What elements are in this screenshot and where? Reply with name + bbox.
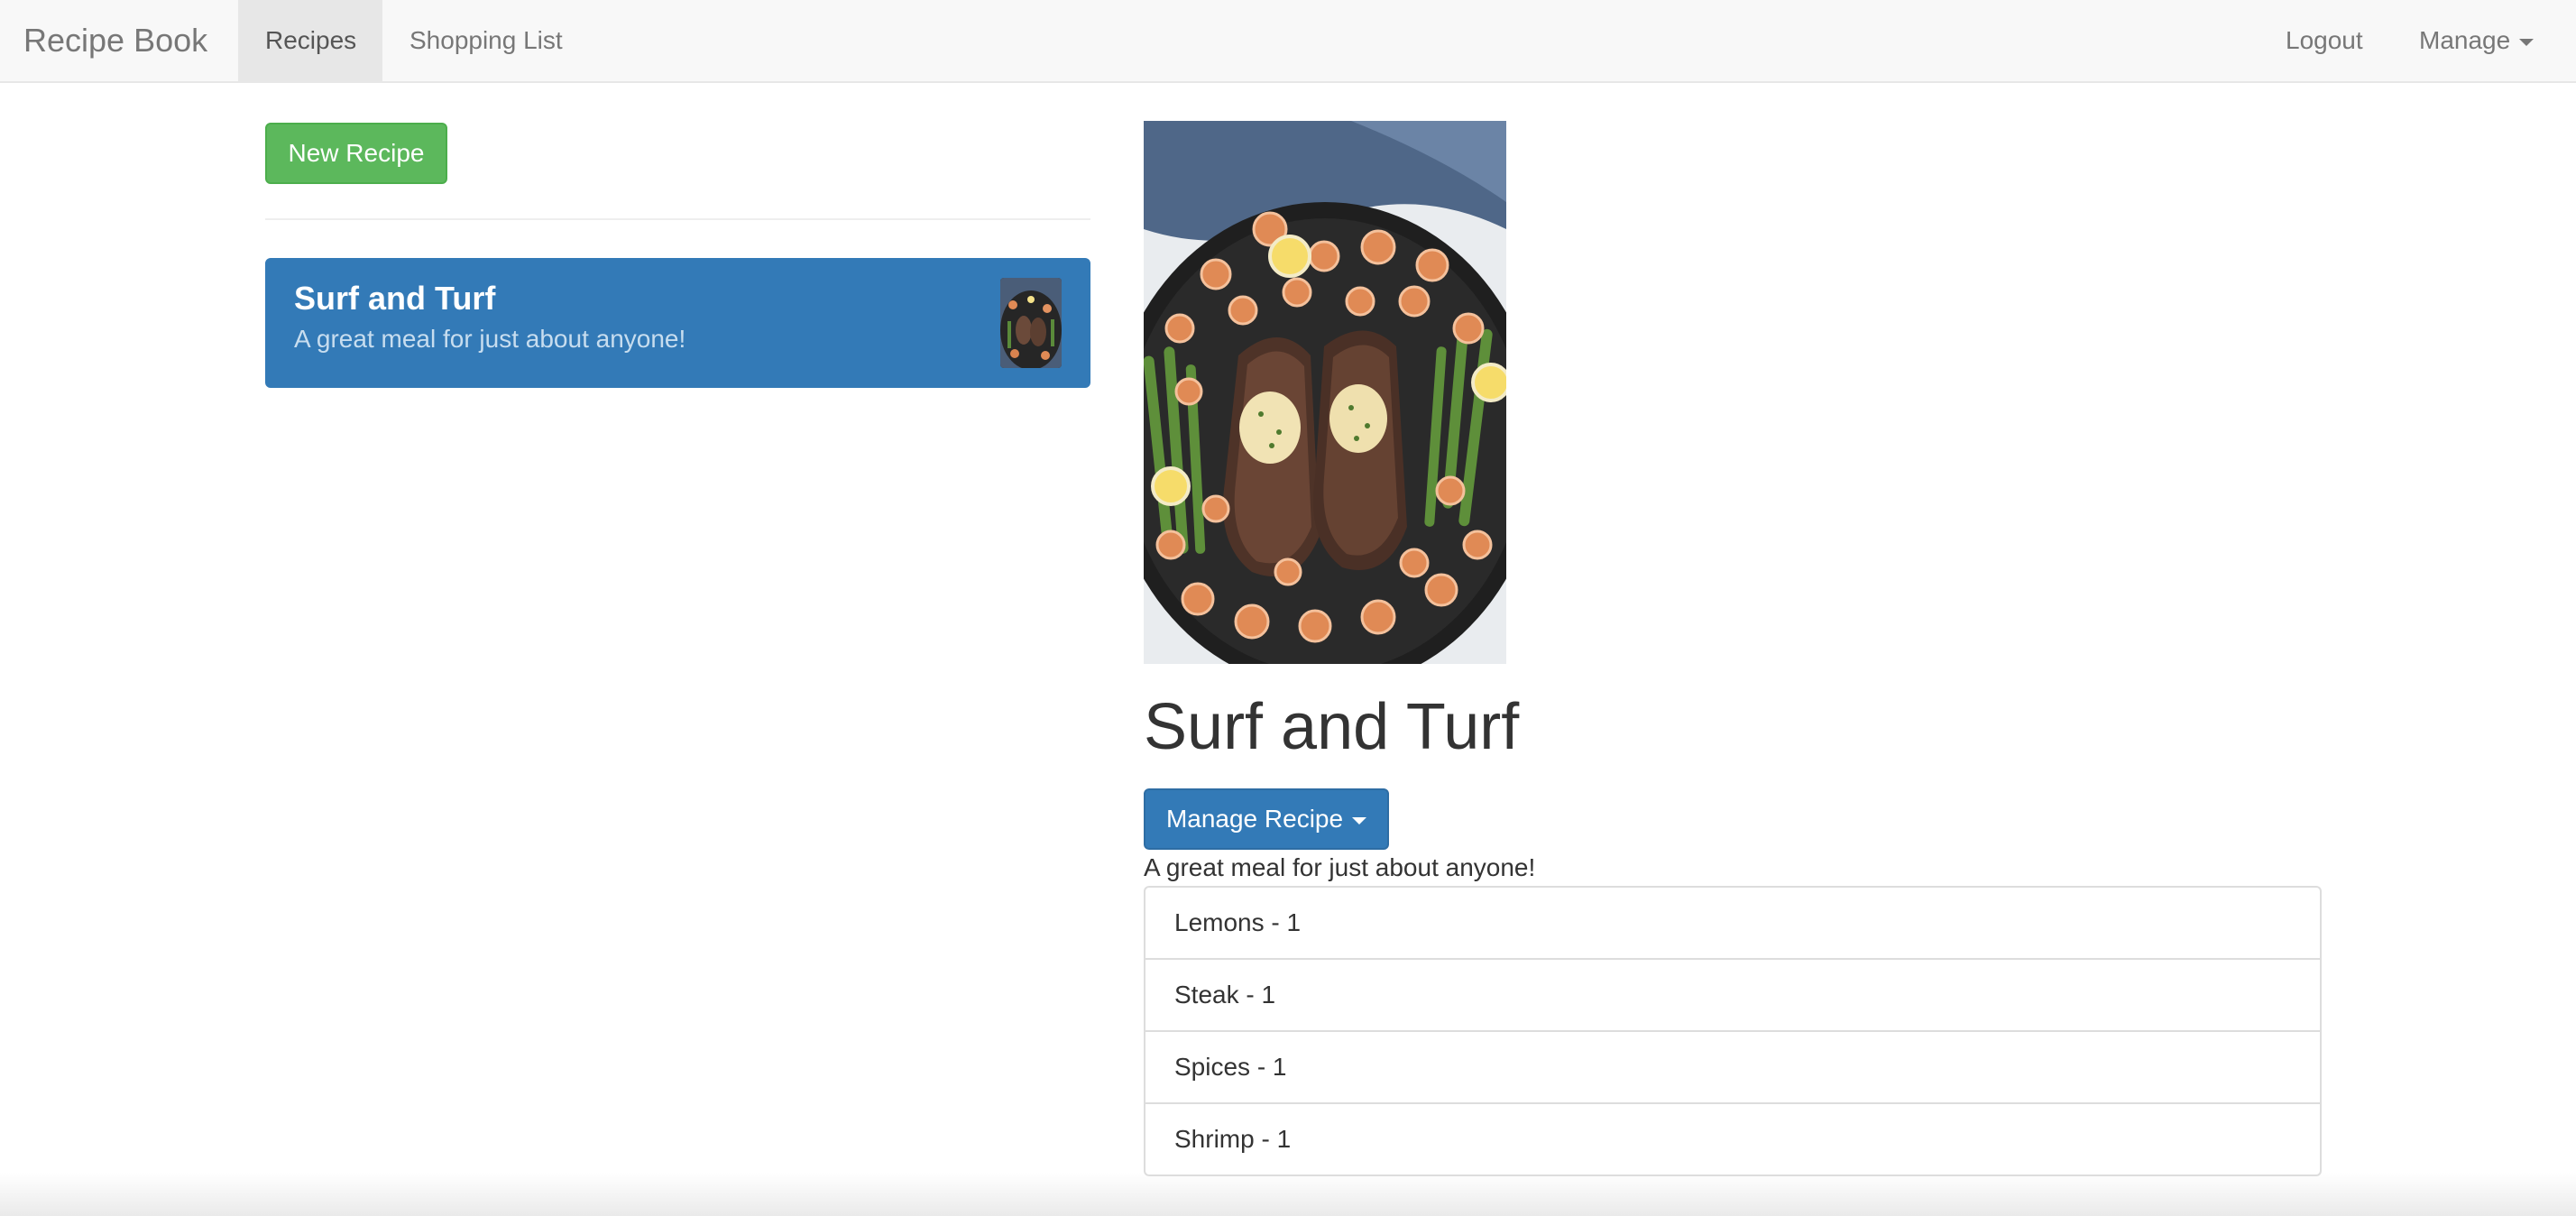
navbar: Recipe Book Recipes Shopping List Logout… — [0, 0, 2576, 83]
manage-dropdown[interactable]: Manage — [2392, 0, 2561, 83]
ingredient-item[interactable]: Steak - 1 — [1144, 958, 2322, 1032]
recipe-thumbnail-image — [1000, 278, 1062, 368]
nav-recipes[interactable]: Recipes — [238, 0, 382, 83]
ingredient-item[interactable]: Lemons - 1 — [1144, 886, 2322, 960]
divider — [265, 218, 1090, 220]
ingredient-item[interactable]: Shrimp - 1 — [1144, 1102, 2322, 1176]
manage-recipe-label: Manage Recipe — [1165, 805, 1344, 833]
manage-label: Manage — [2419, 26, 2511, 54]
ingredients-list: Lemons - 1 Steak - 1 Spices - 1 Shrimp -… — [1144, 886, 2322, 1176]
window-bottom-edge — [0, 1173, 2576, 1216]
recipe-list-item[interactable]: Surf and Turf A great meal for just abou… — [265, 258, 1090, 388]
nav-shopping-list[interactable]: Shopping List — [382, 0, 590, 83]
recipe-item-name: Surf and Turf — [294, 280, 496, 317]
brand-link[interactable]: Recipe Book — [23, 0, 207, 81]
recipe-item-description: A great meal for just about anyone! — [294, 325, 686, 353]
manage-recipe-button[interactable]: Manage Recipe — [1144, 788, 1389, 850]
recipe-photo — [1144, 121, 1506, 664]
new-recipe-button[interactable]: New Recipe — [265, 123, 447, 184]
recipe-description: A great meal for just about anyone! — [1144, 853, 1536, 881]
ingredient-item[interactable]: Spices - 1 — [1144, 1030, 2322, 1104]
caret-down-icon — [1352, 816, 1367, 824]
recipe-title: Surf and Turf — [1144, 691, 1520, 763]
logout-link[interactable]: Logout — [2259, 0, 2390, 83]
caret-down-icon — [2519, 38, 2535, 46]
